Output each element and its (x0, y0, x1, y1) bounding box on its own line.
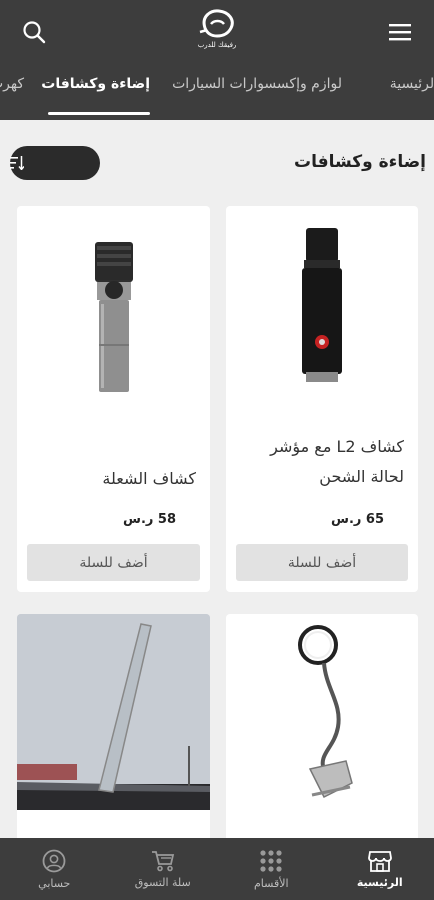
store-icon (367, 850, 392, 872)
product-name-line: كشاف الشعلة (102, 469, 196, 488)
search-button[interactable] (14, 12, 54, 52)
product-card[interactable]: كشاف الشعلة 58 ر.س أضف للسلة (17, 206, 210, 592)
nav-label: الرئيسية (356, 875, 403, 889)
nav-home[interactable]: الرئيسية (326, 838, 434, 900)
menu-button[interactable] (380, 12, 420, 52)
category-tabs: الرئيسية لوازم وإكسسوارات السيارات إضاءة… (0, 66, 434, 120)
tab-electrical[interactable]: كهرب (0, 76, 24, 92)
car-light-bar-image (17, 614, 210, 810)
product-card[interactable]: كشاف L2 مع مؤشر لحالة الشحن 65 ر.س أضف ل… (226, 206, 418, 592)
nav-label: حسابي (38, 876, 71, 890)
product-card[interactable] (17, 614, 210, 844)
product-price: 58 ر.س (123, 512, 176, 527)
product-image[interactable] (226, 614, 418, 814)
active-tab-indicator (48, 112, 150, 115)
bottom-navigation: الرئيسية الأقسام سلة التسوق حسابي (0, 838, 434, 900)
nav-account[interactable]: حسابي (0, 838, 109, 900)
flashlight-image (302, 228, 342, 382)
user-icon (42, 849, 66, 872)
search-icon (23, 21, 46, 44)
section-title: إضاءة وكشافات (293, 152, 426, 172)
product-price: 65 ر.س (331, 512, 384, 527)
product-card[interactable] (226, 614, 418, 844)
hamburger-icon (389, 24, 411, 41)
add-to-cart-button[interactable]: أضف للسلة (27, 544, 200, 581)
cart-icon (151, 850, 174, 871)
product-image[interactable] (226, 206, 418, 412)
section-header: إضاءة وكشافات (0, 146, 434, 182)
sort-icon (10, 156, 24, 170)
logo-text: رفيقك للدرب (197, 41, 237, 49)
app-header: رفيقك للدرب الرئيسية لوازم وإكسسوارات ال… (0, 0, 434, 120)
product-name-line: كشاف L2 مع مؤشر (270, 437, 404, 456)
top-bar: رفيقك للدرب (0, 0, 434, 66)
nav-label: الأقسام (253, 876, 289, 890)
nav-cart[interactable]: سلة التسوق (109, 838, 218, 900)
brand-logo[interactable]: رفيقك للدرب (192, 8, 242, 54)
flashlight-image (94, 242, 133, 392)
product-image[interactable] (17, 206, 210, 412)
product-name-line: لحالة الشحن (319, 467, 404, 486)
product-image[interactable] (17, 614, 210, 810)
product-name[interactable]: كشاف L2 مع مؤشر لحالة الشحن (270, 432, 404, 492)
product-name[interactable]: كشاف الشعلة (102, 464, 196, 494)
sort-button[interactable] (10, 146, 100, 180)
tab-home[interactable]: الرئيسية (390, 76, 434, 92)
nav-categories[interactable]: الأقسام (217, 838, 326, 900)
grid-icon (260, 849, 282, 872)
ring-lamp-image (298, 625, 353, 799)
logo-mark-icon (199, 9, 234, 38)
nav-label: سلة التسوق (134, 875, 191, 889)
tab-car-accessories[interactable]: لوازم وإكسسوارات السيارات (172, 76, 342, 92)
tab-lighting[interactable]: إضاءة وكشافات (41, 76, 150, 92)
add-to-cart-button[interactable]: أضف للسلة (236, 544, 408, 581)
